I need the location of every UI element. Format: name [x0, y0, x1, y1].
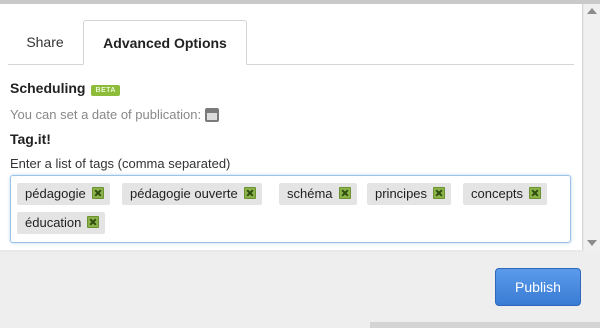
- scroll-up-arrow-icon[interactable]: [587, 8, 597, 14]
- tag-label: schéma: [287, 186, 333, 201]
- bottom-edge: [370, 322, 600, 328]
- close-icon[interactable]: [91, 187, 104, 199]
- beta-badge: BETA: [91, 85, 120, 96]
- tag-label: éducation: [25, 215, 82, 230]
- tag-item: pédagogie: [17, 183, 110, 205]
- tag-item: pédagogie ouverte: [122, 183, 262, 205]
- tagit-title: Tag.it!: [10, 131, 51, 147]
- scheduling-hint: You can set a date of publication:: [10, 107, 220, 122]
- vertical-scrollbar[interactable]: [584, 4, 600, 252]
- scheduling-hint-text: You can set a date of publication:: [10, 107, 202, 122]
- tags-field-label: Enter a list of tags (comma separated): [10, 156, 231, 171]
- tab-bar: Share Advanced Options: [8, 20, 574, 65]
- tag-item: principes: [367, 183, 452, 205]
- tag-item: éducation: [17, 212, 106, 234]
- close-icon[interactable]: [87, 216, 100, 228]
- close-icon[interactable]: [338, 187, 351, 199]
- scheduling-title: Scheduling: [10, 80, 86, 96]
- scheduling-heading: Scheduling BETA: [10, 80, 120, 96]
- tag-label: pédagogie ouverte: [130, 186, 238, 201]
- close-icon[interactable]: [243, 187, 256, 199]
- close-icon[interactable]: [433, 187, 446, 199]
- tag-label: pédagogie: [25, 186, 86, 201]
- close-icon[interactable]: [529, 187, 542, 199]
- tag-label: principes: [375, 186, 428, 201]
- scroll-down-arrow-icon[interactable]: [587, 240, 597, 246]
- publish-panel: Share Advanced Options Scheduling BETA Yo…: [0, 4, 583, 250]
- tab-advanced-options[interactable]: Advanced Options: [83, 20, 247, 65]
- tab-share[interactable]: Share: [8, 20, 82, 64]
- tag-item: schéma: [279, 183, 357, 205]
- tag-label: concepts: [471, 186, 524, 201]
- publish-button[interactable]: Publish: [495, 268, 581, 306]
- calendar-icon[interactable]: [205, 108, 220, 122]
- tags-input[interactable]: pédagogie pédagogie ouverte schéma princ…: [10, 175, 571, 243]
- tag-item: concepts: [463, 183, 548, 205]
